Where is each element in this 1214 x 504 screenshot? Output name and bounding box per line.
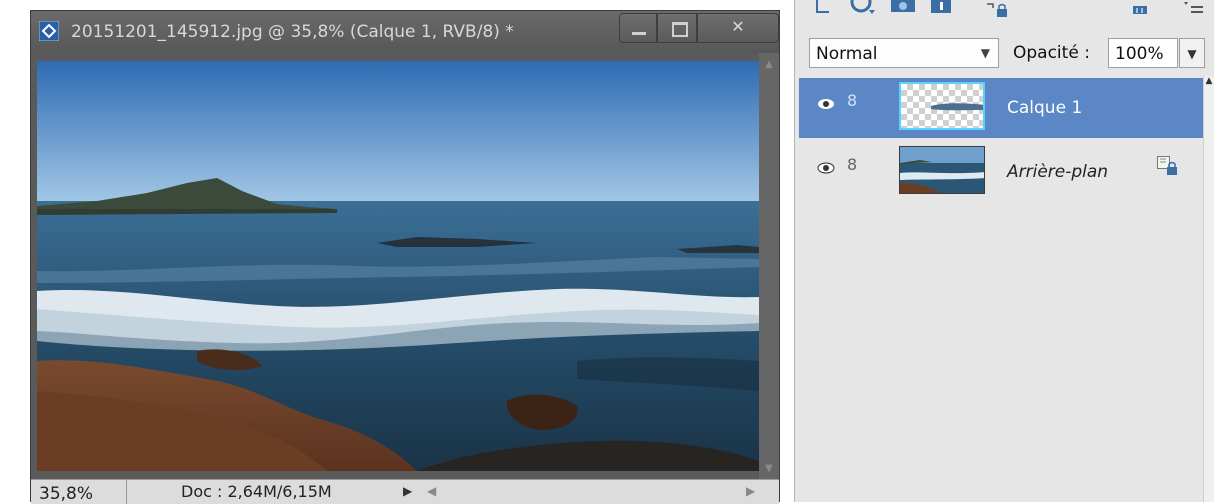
scroll-up-icon[interactable]: ▲	[1204, 76, 1214, 86]
adjustment-layer-icon[interactable]	[849, 0, 879, 16]
document-icon	[39, 21, 59, 41]
document-info: Doc : 2,64M/6,15M	[181, 482, 332, 501]
maximize-icon	[672, 22, 688, 37]
thumbnail-graphic	[931, 103, 983, 111]
document-window: 20151201_145912.jpg @ 35,8% (Calque 1, R…	[30, 10, 780, 504]
scroll-right-icon[interactable]: ▶	[746, 484, 755, 498]
layer-name[interactable]: Calque 1	[1007, 98, 1082, 118]
image-canvas[interactable]	[37, 61, 759, 471]
link-icon[interactable]: 8	[847, 91, 857, 110]
lock-icon[interactable]	[985, 0, 1011, 20]
layer-name[interactable]: Arrière-plan	[1007, 162, 1108, 182]
minimize-icon	[632, 32, 646, 35]
scroll-left-icon[interactable]: ◀	[427, 484, 436, 498]
blend-mode-value: Normal	[816, 44, 878, 64]
document-title: 20151201_145912.jpg @ 35,8% (Calque 1, R…	[71, 22, 514, 42]
scroll-down-icon[interactable]: ▼	[759, 463, 779, 474]
zoom-field[interactable]: 35,8%	[31, 480, 127, 504]
minimize-button[interactable]	[619, 13, 657, 43]
status-bar: 35,8% Doc : 2,64M/6,15M ▶ ◀ ▶	[31, 479, 779, 504]
layer-thumbnail[interactable]	[899, 146, 985, 194]
opacity-input[interactable]: 100%	[1108, 38, 1178, 68]
maximize-button[interactable]	[657, 13, 697, 43]
layer-thumbnail[interactable]	[899, 82, 985, 130]
layer-row-calque-1[interactable]: 8 Calque 1	[799, 78, 1205, 138]
seascape-photo	[37, 61, 759, 471]
layer-mask-icon[interactable]	[889, 0, 919, 16]
link-icon[interactable]: 8	[847, 155, 857, 174]
opacity-label: Opacité :	[1013, 43, 1090, 63]
layers-scrollbar[interactable]: ▲	[1203, 76, 1214, 502]
opacity-dropdown-button[interactable]: ▼	[1179, 38, 1205, 68]
vertical-scrollbar[interactable]: ▲ ▼	[759, 53, 779, 479]
chevron-down-icon: ▼	[980, 46, 990, 60]
thumbnail-seascape	[900, 147, 984, 193]
close-icon: ✕	[731, 17, 745, 36]
layers-panel: Normal ▼ Opacité : 100% ▼ 8 Calque 1 8 A…	[794, 0, 1214, 502]
eye-icon[interactable]	[817, 162, 835, 174]
layer-row-arriere-plan[interactable]: 8 Arrière-plan	[799, 142, 1205, 202]
new-layer-icon[interactable]	[815, 0, 841, 16]
panel-menu-icon[interactable]	[1183, 0, 1207, 20]
lock-icon[interactable]	[1157, 156, 1179, 178]
status-menu-arrow-icon[interactable]: ▶	[403, 484, 412, 498]
chevron-down-icon: ▼	[1187, 47, 1197, 61]
blend-mode-select[interactable]: Normal ▼	[809, 38, 999, 68]
document-titlebar[interactable]: 20151201_145912.jpg @ 35,8% (Calque 1, R…	[31, 11, 779, 53]
info-icon[interactable]	[929, 0, 953, 16]
eye-icon[interactable]	[817, 98, 835, 110]
delete-icon[interactable]	[1131, 0, 1151, 16]
layers-toolbar	[795, 0, 1214, 28]
scroll-up-icon[interactable]: ▲	[759, 59, 779, 70]
close-button[interactable]: ✕	[697, 13, 779, 43]
